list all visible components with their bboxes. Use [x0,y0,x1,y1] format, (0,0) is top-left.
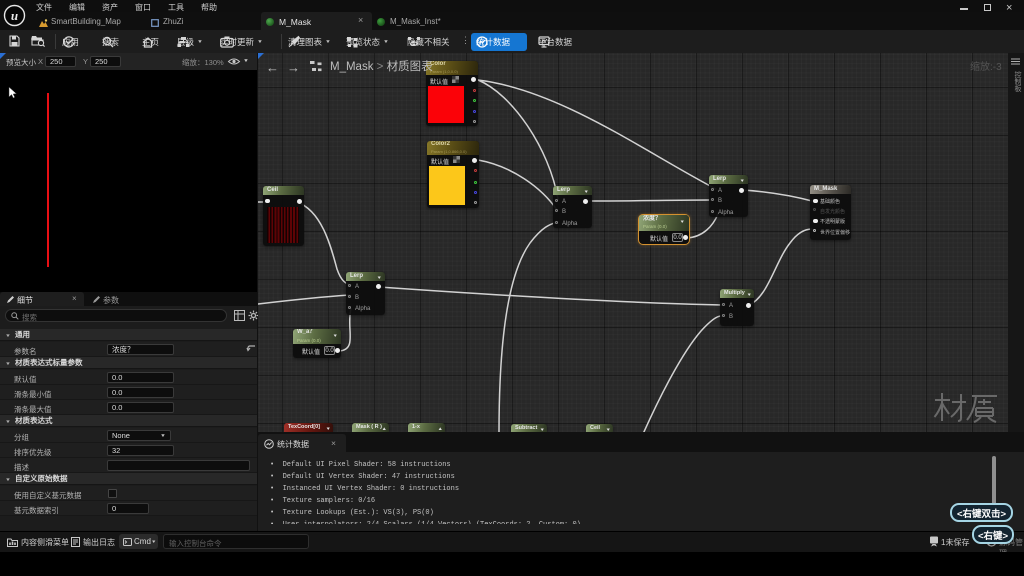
svg-text:u: u [11,8,18,23]
